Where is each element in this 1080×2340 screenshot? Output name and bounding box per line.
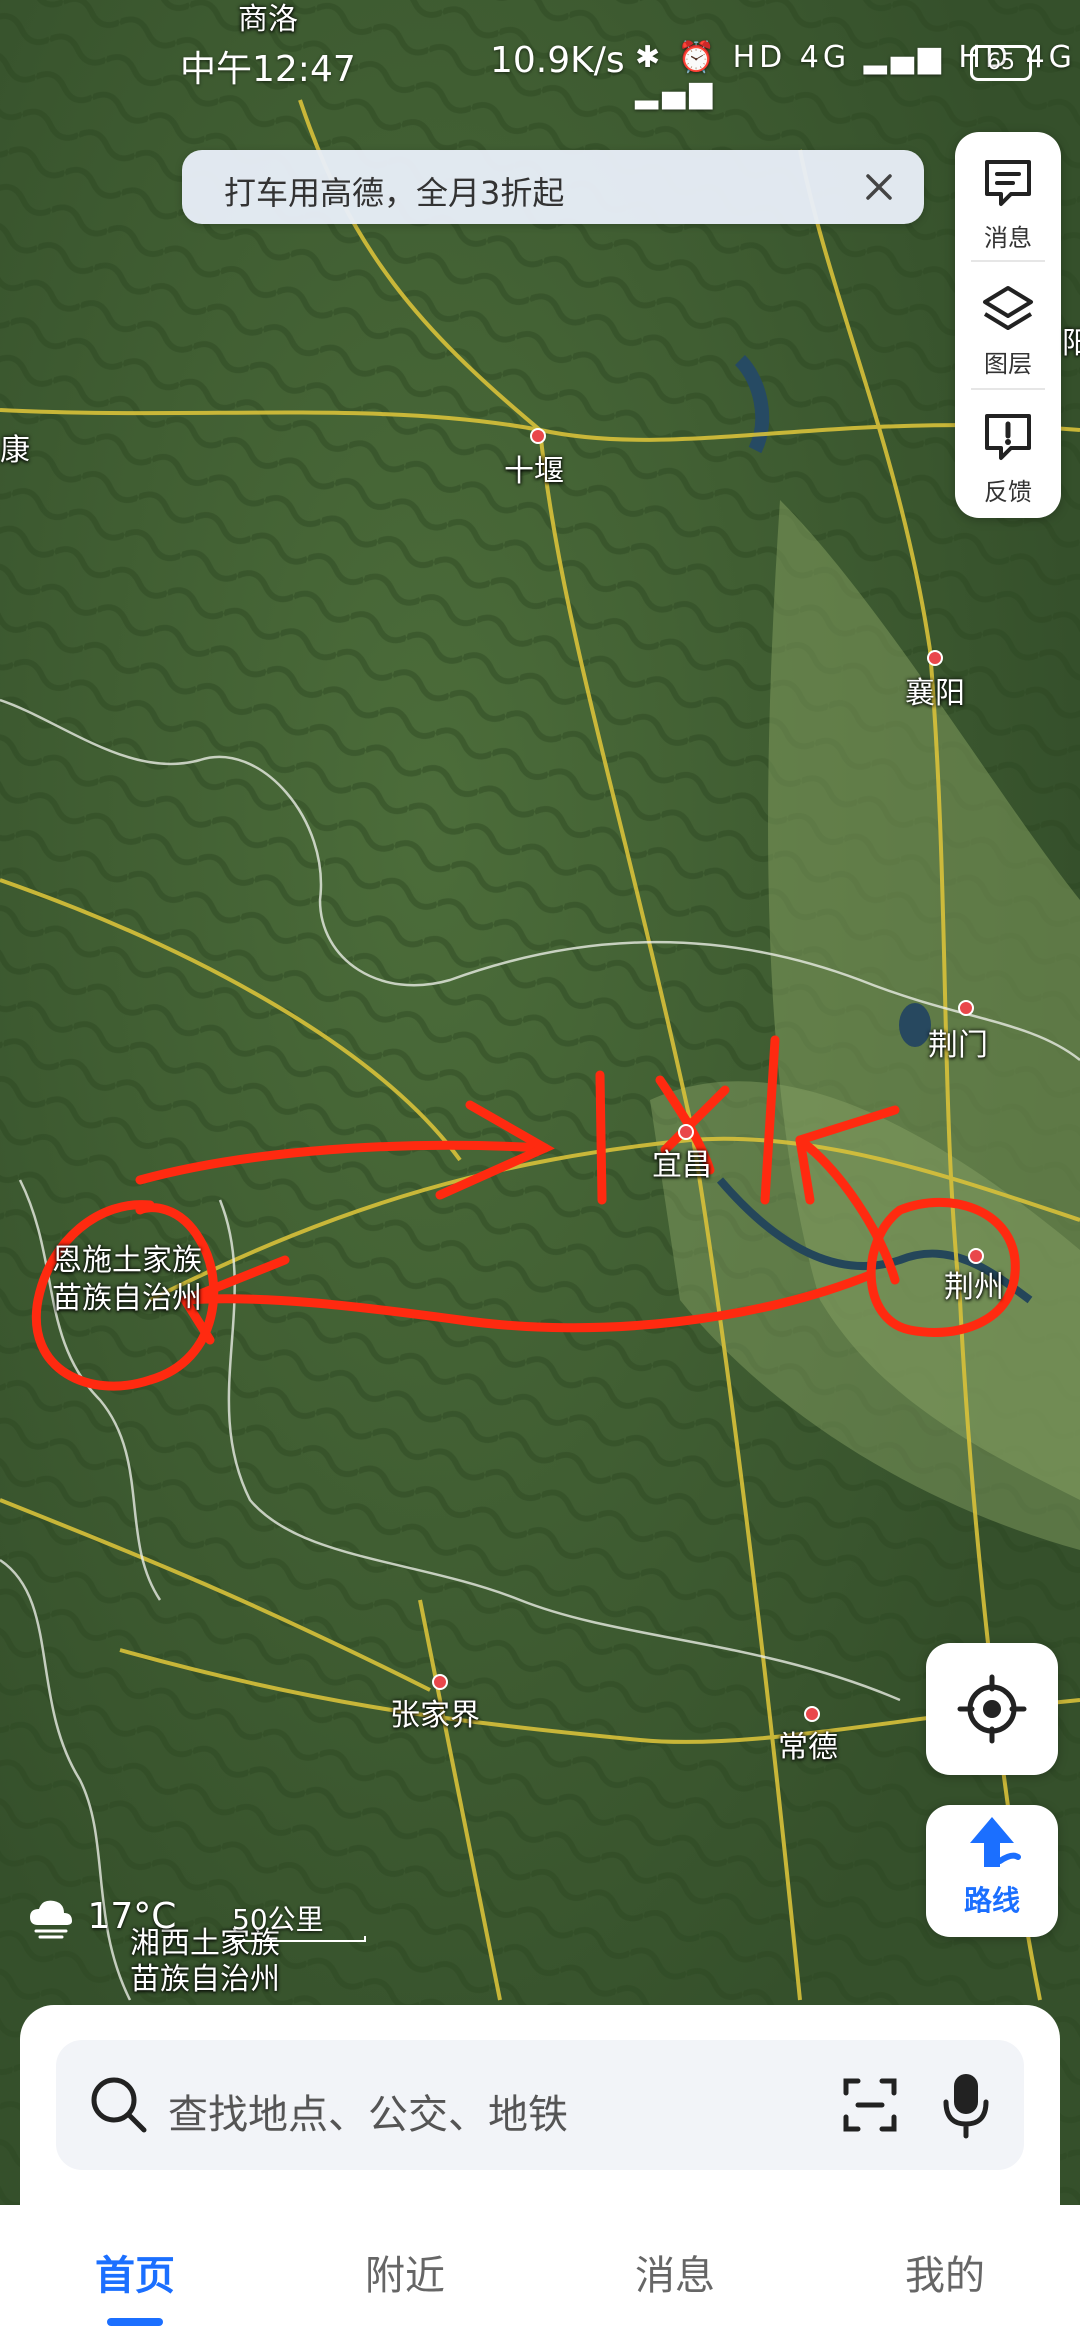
city-name: 张家界: [390, 1698, 480, 1733]
tab-label: 附近: [365, 2253, 445, 2299]
search-icon: [91, 2077, 147, 2133]
city-label-yichang[interactable]: 宜昌: [652, 1124, 712, 1184]
city-name: 宜昌: [652, 1148, 712, 1183]
city-label-shangluo[interactable]: 商洛: [238, 0, 298, 38]
message-label: 消息: [984, 224, 1032, 252]
feedback-label: 反馈: [984, 478, 1032, 506]
status-time: 中午12:47: [180, 49, 356, 90]
city-label-jingmen[interactable]: 荆门: [928, 1000, 988, 1064]
temperature-text: 17°C: [87, 1896, 177, 1937]
weather-widget[interactable]: 17°C: [26, 1895, 176, 1941]
city-dot: [968, 1248, 984, 1264]
tab-label: 我的: [905, 2253, 985, 2299]
city-label-changde[interactable]: 常德: [778, 1706, 838, 1766]
route-button[interactable]: 路线: [926, 1805, 1058, 1937]
feedback-button[interactable]: 反馈: [955, 394, 1061, 514]
route-arrow-icon: [970, 1817, 1021, 1867]
city-name: 荆门: [928, 1028, 988, 1063]
city-label-ankang[interactable]: 康: [0, 425, 30, 469]
network-speed: 10.9K/s: [490, 40, 625, 81]
feedback-icon: [985, 414, 1031, 460]
scale-bar: [232, 1936, 366, 1942]
tab-nearby[interactable]: 附近: [305, 2243, 505, 2301]
scale-text: 50公里: [232, 1903, 324, 1936]
map-side-panel: 消息 图层 反馈: [955, 132, 1061, 518]
layers-button[interactable]: 图层: [955, 266, 1061, 386]
layers-label: 图层: [984, 350, 1032, 378]
bottom-tab-bar: 首页 附近 消息 我的: [0, 2205, 1080, 2340]
city-label-jingzhou[interactable]: 荆州: [944, 1248, 1004, 1306]
search-input[interactable]: 查找地点、公交、地铁: [56, 2040, 1024, 2170]
close-icon[interactable]: [856, 164, 902, 210]
locate-button[interactable]: [926, 1643, 1058, 1775]
city-name: 襄阳: [905, 676, 965, 711]
city-label-shiyan[interactable]: 十堰: [504, 428, 564, 490]
city-label-xiangyang[interactable]: 襄阳: [905, 650, 965, 712]
city-name: 常德: [778, 1730, 838, 1765]
city-dot: [958, 1000, 974, 1016]
city-dot: [804, 1706, 820, 1722]
cloudy-icon: [30, 1900, 72, 1939]
city-dot: [927, 650, 943, 666]
message-button[interactable]: 消息: [955, 140, 1061, 260]
tab-label: 首页: [95, 2253, 175, 2299]
bottom-sheet: 查找地点、公交、地铁: [20, 2005, 1060, 2215]
promo-text: 打车用高德，全月3折起: [224, 174, 565, 212]
city-label-right-edge[interactable]: 阳: [1062, 318, 1080, 362]
message-icon: [985, 160, 1031, 206]
locate-icon: [957, 1674, 1027, 1744]
scan-icon[interactable]: [838, 2073, 902, 2137]
microphone-icon[interactable]: [938, 2070, 994, 2140]
tab-messages[interactable]: 消息: [575, 2243, 775, 2301]
city-label-enshi[interactable]: 恩施土家族 苗族自治州: [52, 1242, 202, 1318]
city-dot: [530, 428, 546, 444]
city-name: 十堰: [504, 454, 564, 489]
search-placeholder: 查找地点、公交、地铁: [168, 2092, 568, 2138]
city-dot: [432, 1674, 448, 1690]
layers-icon: [983, 286, 1033, 330]
divider: [971, 260, 1045, 262]
tab-home[interactable]: 首页: [35, 2243, 235, 2326]
map-scale: 50公里: [232, 1898, 366, 1942]
city-dot: [678, 1124, 694, 1140]
promo-banner[interactable]: 打车用高德，全月3折起: [182, 150, 924, 224]
tab-label: 消息: [635, 2253, 715, 2299]
status-bar: 中午12:47 10.9K/s ✱ ⏰ HD 4G ▂▄▆ HD 4G ▂▄▆ …: [0, 30, 1080, 110]
route-label: 路线: [963, 1884, 1020, 1917]
battery-icon: 65: [970, 45, 1032, 81]
city-name: 荆州: [944, 1270, 1004, 1305]
active-tab-indicator: [107, 2318, 163, 2326]
tab-mine[interactable]: 我的: [845, 2243, 1045, 2301]
divider: [971, 388, 1045, 390]
city-label-zhangjiajie[interactable]: 张家界: [390, 1674, 480, 1734]
